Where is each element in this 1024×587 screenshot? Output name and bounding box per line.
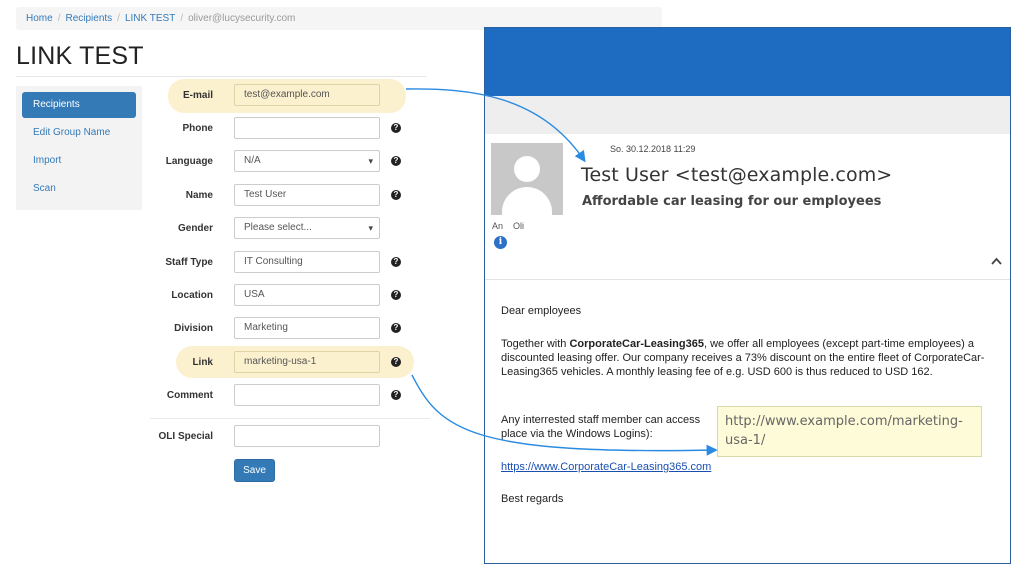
breadcrumb-group[interactable]: LINK TEST [125,13,175,24]
email-title-bar [485,28,1010,96]
oli-special-label: OLI Special [158,431,213,442]
language-select[interactable]: N/A [234,150,380,172]
help-icon[interactable]: ? [391,323,401,333]
email-to-value[interactable]: Oli [513,221,524,231]
email-label: E-mail [182,90,213,101]
phone-field[interactable] [234,117,380,139]
comment-field[interactable] [234,384,380,406]
email-phishing-link[interactable]: https://www.CorporateCar-Leasing365.com [501,461,711,473]
language-label: Language [165,156,213,167]
sidebar-item-recipients[interactable]: Recipients [22,92,136,118]
division-label: Division [174,323,213,334]
breadcrumb-home[interactable]: Home [26,13,53,24]
help-icon[interactable]: ? [391,190,401,200]
location-row: Location USA ? [150,284,420,308]
location-label: Location [171,290,213,301]
avatar-body-shape [502,187,552,215]
comment-label: Comment [166,390,213,401]
location-field[interactable]: USA [234,284,380,306]
division-row: Division Marketing ? [150,317,420,341]
email-link-line: https://www.CorporateCar-Leasing365.com [501,460,991,474]
email-field[interactable]: test@example.com [234,84,380,106]
email-company-name: CorporateCar-Leasing365 [569,338,704,350]
email-paragraph-1-prefix: Together with [501,338,570,350]
email-greeting: Dear employees [501,305,582,317]
page-title: LINK TEST [16,42,144,70]
sender-avatar [491,143,563,215]
sidebar-item-import[interactable]: Import [22,148,136,174]
help-icon[interactable]: ? [391,390,401,400]
email-date: So. 30.12.2018 11:29 [610,144,696,154]
gender-row: Gender Please select... [150,217,420,241]
gender-select[interactable]: Please select... [234,217,380,239]
email-sender: Test User <test@example.com> [581,164,893,186]
link-label: Link [192,357,213,368]
email-row: E-mail test@example.com [150,84,420,108]
chevron-up-icon[interactable] [991,254,1002,268]
help-icon[interactable]: ? [391,156,401,166]
name-row: Name Test User ? [150,184,420,208]
email-subject: Affordable car leasing for our employees [582,194,882,209]
sidebar-item-scan[interactable]: Scan [22,176,136,202]
phone-row: Phone ? [150,117,420,141]
link-field[interactable]: marketing-usa-1 [234,351,380,373]
email-paragraph-1: Together with CorporateCar-Leasing365, w… [501,337,986,379]
breadcrumb-separator: / [180,13,184,24]
comment-row: Comment ? [150,384,420,408]
form-divider [150,418,430,419]
staff-type-row: Staff Type IT Consulting ? [150,251,420,275]
help-icon[interactable]: ? [391,123,401,133]
staff-type-field[interactable]: IT Consulting [234,251,380,273]
breadcrumb-recipients[interactable]: Recipients [65,13,112,24]
breadcrumb-separator: / [57,13,61,24]
phone-label: Phone [182,123,213,134]
staff-type-label: Staff Type [165,257,213,268]
sidebar: Recipients Edit Group Name Import Scan [16,86,142,210]
name-label: Name [185,190,213,201]
gender-label: Gender [177,223,213,234]
help-icon[interactable]: ? [391,257,401,267]
division-field[interactable]: Marketing [234,317,380,339]
email-closing: Best regards [501,493,564,505]
sidebar-item-edit-group-name[interactable]: Edit Group Name [22,120,136,146]
breadcrumb-separator: / [117,13,120,24]
info-icon[interactable]: i [494,236,507,249]
email-toolbar [485,96,1010,134]
language-row: Language N/A ? [150,150,420,174]
link-row: Link marketing-usa-1 ? [150,351,420,375]
avatar-head-shape [514,156,540,182]
oli-special-field[interactable] [234,425,380,447]
email-to-label: An [492,221,504,231]
oli-special-row: OLI Special [150,425,420,449]
email-header-divider [485,279,1010,280]
save-button[interactable]: Save [234,459,275,482]
help-icon[interactable]: ? [391,290,401,300]
help-icon[interactable]: ? [391,357,401,367]
name-field[interactable]: Test User [234,184,380,206]
link-hover-tooltip: http://www.example.com/marketing-usa-1/ [717,406,982,457]
email-preview-window: So. 30.12.2018 11:29 Test User <test@exa… [484,27,1011,564]
breadcrumb-current: oliver@lucysecurity.com [188,13,296,24]
title-divider [16,76,426,77]
email-recipient-row: An Oli [492,221,534,231]
